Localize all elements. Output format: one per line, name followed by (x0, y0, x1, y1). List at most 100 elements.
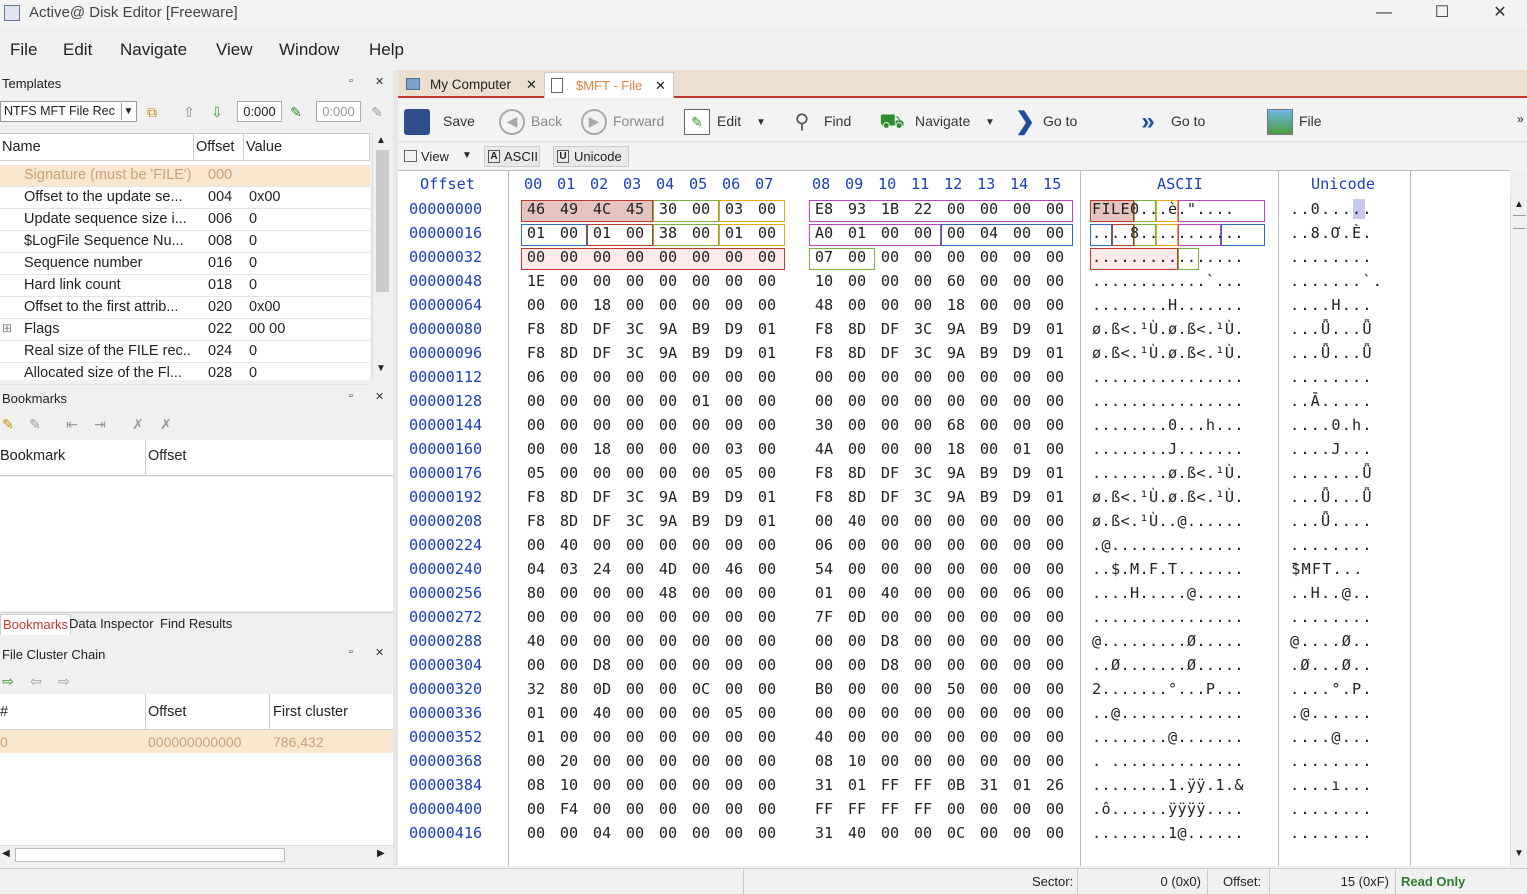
hex-byte[interactable]: 93 (842, 200, 872, 218)
hex-byte[interactable]: 00 (719, 824, 749, 842)
col-cluster-offset[interactable]: Offset (148, 704, 186, 720)
hex-byte[interactable]: 30 (653, 200, 683, 218)
hex-byte[interactable]: 00 (554, 368, 584, 386)
hex-byte[interactable]: 00 (1040, 704, 1070, 722)
row-offset[interactable]: 00000240 (409, 560, 482, 578)
hex-byte[interactable]: 00 (908, 272, 938, 290)
unicode-text[interactable]: ....H... (1290, 296, 1373, 314)
ascii-text[interactable]: ................ (1092, 368, 1244, 386)
hex-byte[interactable]: 00 (908, 248, 938, 266)
hex-byte[interactable]: 00 (752, 224, 782, 242)
hex-byte[interactable]: 00 (1007, 656, 1037, 674)
hex-byte[interactable]: 00 (908, 512, 938, 530)
hex-byte[interactable]: 01 (1040, 320, 1070, 338)
hex-byte[interactable]: 00 (809, 512, 839, 530)
hex-byte[interactable]: 00 (620, 224, 650, 242)
pin-icon[interactable]: ▫ (349, 75, 353, 87)
ascii-text[interactable]: ........H....... (1092, 296, 1244, 314)
ascii-text[interactable]: 2.......°...P... (1092, 680, 1244, 698)
cluster-hscroll[interactable]: ◀ ▶ (0, 845, 393, 865)
hex-byte[interactable]: 01 (1040, 464, 1070, 482)
hex-byte[interactable]: 00 (1040, 608, 1070, 626)
row-offset[interactable]: 00000048 (409, 272, 482, 290)
hex-byte[interactable]: 00 (842, 584, 872, 602)
hex-byte[interactable]: 00 (941, 752, 971, 770)
template-row[interactable]: Offset to the update se... 004 0x00 (0, 187, 370, 209)
hex-byte[interactable]: 01 (752, 344, 782, 362)
hex-byte[interactable]: 00 (908, 224, 938, 242)
hex-byte[interactable]: 00 (875, 728, 905, 746)
hex-byte[interactable]: 00 (554, 824, 584, 842)
hex-byte[interactable]: 00 (1040, 800, 1070, 818)
hex-byte[interactable]: 00 (1007, 512, 1037, 530)
hex-byte[interactable]: 00 (941, 800, 971, 818)
menu-window[interactable]: Window (279, 40, 339, 60)
hex-byte[interactable]: 40 (842, 512, 872, 530)
hex-byte[interactable]: 00 (521, 800, 551, 818)
hex-byte[interactable]: D8 (875, 656, 905, 674)
hex-byte[interactable]: 00 (1040, 200, 1070, 218)
hex-byte[interactable]: 40 (809, 728, 839, 746)
hex-byte[interactable]: 00 (941, 512, 971, 530)
row-offset[interactable]: 00000416 (409, 824, 482, 842)
hex-byte[interactable]: 01 (521, 704, 551, 722)
edit-button[interactable]: ✎ Edit ▼ (684, 106, 768, 136)
hex-row[interactable]: 00000048 1E 00 00 00 00 00 00 00 10 00 00 00 60 00 00 00… (398, 272, 1510, 296)
hex-byte[interactable]: 00 (620, 464, 650, 482)
template-row[interactable]: Offset to the first attrib... 020 0x00 (0, 297, 370, 319)
hex-byte[interactable]: 00 (653, 680, 683, 698)
hex-byte[interactable]: 0C (686, 680, 716, 698)
hex-byte[interactable]: 00 (686, 248, 716, 266)
hex-byte[interactable]: 54 (809, 560, 839, 578)
hex-byte[interactable]: B9 (974, 488, 1004, 506)
hex-byte[interactable]: 00 (908, 440, 938, 458)
remove-bookmark-icon[interactable]: ✗ (130, 416, 146, 432)
hex-byte[interactable]: DF (587, 320, 617, 338)
hex-byte[interactable]: 00 (1007, 200, 1037, 218)
row-offset[interactable]: 00000096 (409, 344, 482, 362)
hex-byte[interactable]: 00 (686, 416, 716, 434)
ascii-text[interactable]: ............`... (1092, 272, 1244, 290)
row-offset[interactable]: 00000368 (409, 752, 482, 770)
hex-byte[interactable]: 00 (653, 824, 683, 842)
hex-byte[interactable]: 01 (752, 512, 782, 530)
hex-byte[interactable]: 00 (875, 608, 905, 626)
hex-byte[interactable]: 00 (554, 392, 584, 410)
unicode-text[interactable]: ........ (1290, 248, 1373, 266)
hex-byte[interactable]: 4D (653, 560, 683, 578)
tab-my-computer[interactable]: My Computer ✕ (400, 72, 542, 98)
template-row[interactable]: Real size of the FILE rec... 024 0 (0, 341, 370, 363)
hex-byte[interactable]: 18 (941, 296, 971, 314)
tab-mft-file[interactable]: $MFT - File ✕ (544, 72, 674, 98)
hex-byte[interactable]: 00 (1040, 272, 1070, 290)
ascii-text[interactable]: ....8........... (1092, 224, 1244, 242)
hex-byte[interactable]: 00 (875, 440, 905, 458)
hex-byte[interactable]: 00 (521, 752, 551, 770)
hex-byte[interactable]: 8D (554, 344, 584, 362)
hex-byte[interactable]: 38 (653, 224, 683, 242)
hex-byte[interactable]: 00 (875, 272, 905, 290)
unicode-text[interactable]: ....@... (1290, 728, 1373, 746)
hex-byte[interactable]: 00 (653, 752, 683, 770)
template-row[interactable]: Signature (must be 'FILE') 000 (0, 165, 370, 187)
hex-byte[interactable]: 10 (842, 752, 872, 770)
save-button[interactable]: Save (404, 106, 475, 136)
hex-byte[interactable]: 00 (521, 656, 551, 674)
hex-byte[interactable]: 00 (653, 776, 683, 794)
hex-byte[interactable]: 08 (521, 776, 551, 794)
hex-byte[interactable]: 07 (809, 248, 839, 266)
arrow-up-icon[interactable]: ⇧ (181, 104, 197, 120)
hex-byte[interactable]: 00 (1040, 248, 1070, 266)
hex-byte[interactable]: 00 (686, 224, 716, 242)
hex-byte[interactable]: 00 (554, 608, 584, 626)
hex-byte[interactable]: 00 (974, 392, 1004, 410)
hex-byte[interactable]: 00 (752, 368, 782, 386)
ascii-text[interactable]: @.........Ø..... (1092, 632, 1244, 650)
template-select[interactable]: NTFS MFT File Rec ▼ (0, 101, 137, 122)
hex-row[interactable]: 00000000 46 49 4C 45 30 00 03 00 E8 93 1B 22 00 00 00 00… (398, 200, 1510, 224)
hex-byte[interactable]: 00 (686, 632, 716, 650)
hex-byte[interactable]: 00 (620, 560, 650, 578)
row-offset[interactable]: 00000208 (409, 512, 482, 530)
hex-byte[interactable]: 00 (941, 608, 971, 626)
hex-byte[interactable]: 00 (908, 560, 938, 578)
